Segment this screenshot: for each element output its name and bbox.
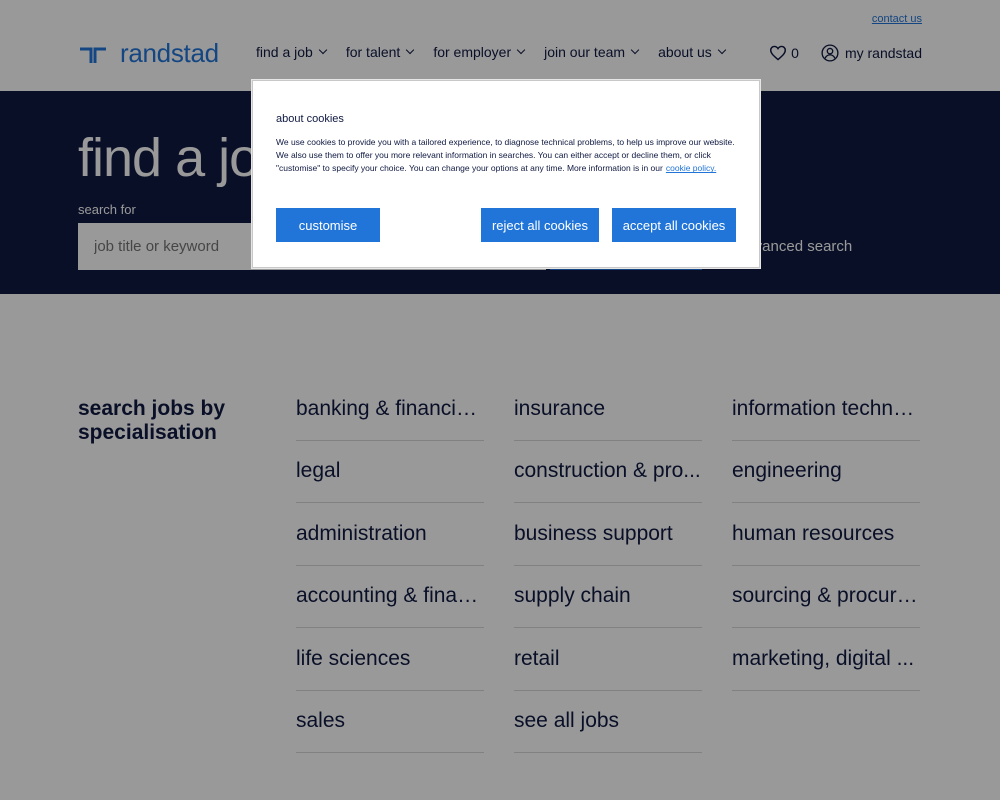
- cookie-policy-link[interactable]: cookie policy.: [666, 163, 716, 173]
- cookie-dialog-text: We use cookies to provide you with a tai…: [276, 136, 736, 176]
- cookie-dialog-title: about cookies: [276, 113, 344, 125]
- accept-all-cookies-button[interactable]: accept all cookies: [612, 208, 736, 242]
- cookie-dialog: about cookies We use cookies to provide …: [252, 80, 760, 268]
- customise-button[interactable]: customise: [276, 208, 380, 242]
- reject-all-cookies-button[interactable]: reject all cookies: [481, 208, 599, 242]
